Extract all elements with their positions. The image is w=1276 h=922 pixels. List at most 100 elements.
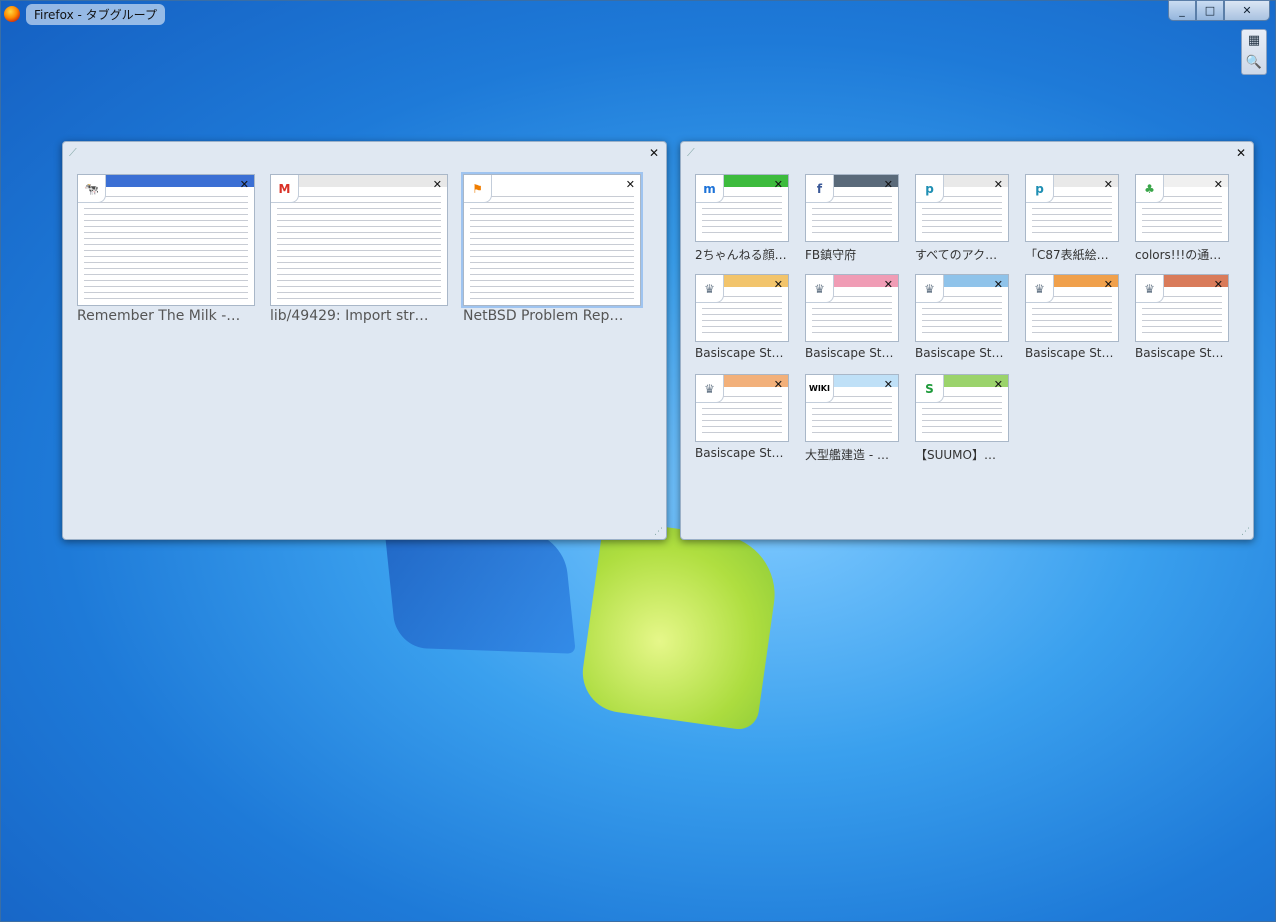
page-preview[interactable]: 🐄 ✕ <box>77 174 255 306</box>
page-preview[interactable]: ♛ ✕ <box>915 274 1009 342</box>
page-preview[interactable]: f ✕ <box>805 174 899 242</box>
favicon-icon: p <box>916 175 944 203</box>
page-preview[interactable]: ♛ ✕ <box>1025 274 1119 342</box>
tab-title: Remember The Milk -… <box>77 308 241 324</box>
close-button[interactable]: ✕ <box>1224 0 1270 21</box>
search-icon[interactable]: 🔍 <box>1242 52 1266 74</box>
tab-close-icon[interactable]: ✕ <box>774 278 783 291</box>
tab-title: Basiscape St… <box>695 346 784 360</box>
tab-title: Basiscape St… <box>1025 346 1114 360</box>
favicon-icon: ♣ <box>1136 175 1164 203</box>
favicon-icon: ♛ <box>1136 275 1164 303</box>
page-preview[interactable]: ♛ ✕ <box>805 274 899 342</box>
tab-thumbnail[interactable]: m ✕ 2ちゃんねる顔… <box>695 174 789 264</box>
logo-yellow-pane <box>577 518 783 732</box>
tab-thumbnail[interactable]: 🐄 ✕ Remember The Milk -… <box>77 174 255 326</box>
tab-thumbnail[interactable]: p ✕ 「C87表紙絵… <box>1025 174 1119 264</box>
window-title: Firefox - タブグループ <box>26 3 165 25</box>
tab-close-icon[interactable]: ✕ <box>1214 278 1223 291</box>
tab-thumbnail[interactable]: WIKI ✕ 大型艦建造 - … <box>805 374 899 464</box>
page-preview[interactable]: ♛ ✕ <box>695 274 789 342</box>
tab-thumbnail[interactable]: ♣ ✕ colors!!!の通… <box>1135 174 1229 264</box>
maximize-button[interactable]: □ <box>1196 0 1224 21</box>
favicon-icon: ♛ <box>696 375 724 403</box>
favicon-icon: p <box>1026 175 1054 203</box>
tab-close-icon[interactable]: ✕ <box>994 178 1003 191</box>
firefox-icon <box>4 6 20 22</box>
page-preview[interactable]: p ✕ <box>915 174 1009 242</box>
tab-close-icon[interactable]: ✕ <box>626 178 635 191</box>
exit-group-view-icon[interactable]: ▦ <box>1242 30 1266 52</box>
tab-close-icon[interactable]: ✕ <box>240 178 249 191</box>
tab-thumbnail[interactable]: ♛ ✕ Basiscape St… <box>695 374 789 464</box>
tab-close-icon[interactable]: ✕ <box>774 178 783 191</box>
tab-close-icon[interactable]: ✕ <box>884 178 893 191</box>
tab-close-icon[interactable]: ✕ <box>774 378 783 391</box>
tab-title: 「C87表紙絵… <box>1025 248 1109 262</box>
tab-thumbnail[interactable]: ⚑ ✕ NetBSD Problem Rep… <box>463 174 641 326</box>
tab-close-icon[interactable]: ✕ <box>1104 178 1113 191</box>
favicon-icon: ♛ <box>806 275 834 303</box>
favicon-icon: S <box>916 375 944 403</box>
title-bar: Firefox - タブグループ <box>4 3 165 25</box>
favicon-icon: f <box>806 175 834 203</box>
group-close-icon[interactable]: ✕ <box>649 146 659 160</box>
tab-close-icon[interactable]: ✕ <box>433 178 442 191</box>
page-preview[interactable]: M ✕ <box>270 174 448 306</box>
tab-title: すべてのアク… <box>915 248 998 262</box>
page-preview[interactable]: WIKI ✕ <box>805 374 899 442</box>
panorama-tools: ▦ 🔍 <box>1241 29 1267 75</box>
tab-thumbnail[interactable]: f ✕ FB鎮守府 <box>805 174 899 264</box>
group-resize-handle[interactable]: ⋰ <box>1241 527 1250 537</box>
favicon-icon: m <box>696 175 724 203</box>
page-preview[interactable]: ♛ ✕ <box>695 374 789 442</box>
tab-title: Basiscape St… <box>695 446 784 460</box>
page-preview[interactable]: ⚑ ✕ <box>463 174 641 306</box>
preview-content <box>470 191 634 301</box>
favicon-icon: ♛ <box>696 275 724 303</box>
tab-group-left[interactable]: ⟋ ✕ ⋰ 🐄 ✕ Remember The Milk -… M ✕ lib/49429:… <box>62 141 667 540</box>
tab-close-icon[interactable]: ✕ <box>1214 178 1223 191</box>
page-preview[interactable]: S ✕ <box>915 374 1009 442</box>
tab-close-icon[interactable]: ✕ <box>994 278 1003 291</box>
desktop-logo <box>380 518 820 760</box>
tab-title: Basiscape St… <box>915 346 1004 360</box>
tab-close-icon[interactable]: ✕ <box>884 278 893 291</box>
tab-thumbnail[interactable]: ♛ ✕ Basiscape St… <box>1135 274 1229 364</box>
tab-thumbnail[interactable]: ♛ ✕ Basiscape St… <box>805 274 899 364</box>
tab-thumbnail[interactable]: M ✕ lib/49429: Import str… <box>270 174 448 326</box>
tab-title: lib/49429: Import str… <box>270 308 429 324</box>
tab-thumbnail[interactable]: ♛ ✕ Basiscape St… <box>1025 274 1119 364</box>
favicon-icon: ♛ <box>916 275 944 303</box>
favicon-icon: ⚑ <box>464 175 492 203</box>
tab-thumbnail[interactable]: ♛ ✕ Basiscape St… <box>915 274 1009 364</box>
group-resize-handle[interactable]: ⋰ <box>654 527 663 537</box>
page-preview[interactable]: m ✕ <box>695 174 789 242</box>
tab-thumbnail[interactable]: ♛ ✕ Basiscape St… <box>695 274 789 364</box>
minimize-button[interactable]: _ <box>1168 0 1196 21</box>
tab-group-right[interactable]: ⟋ ✕ ⋰ m ✕ 2ちゃんねる顔… f ✕ FB鎮守府 p ✕ すべてのアク… p ✕ 「C87表紙… <box>680 141 1254 540</box>
tab-close-icon[interactable]: ✕ <box>1104 278 1113 291</box>
favicon-icon: ♛ <box>1026 275 1054 303</box>
favicon-icon: WIKI <box>806 375 834 403</box>
group-title-pin-icon[interactable]: ⟋ <box>687 146 695 160</box>
page-preview[interactable]: p ✕ <box>1025 174 1119 242</box>
tab-thumbnail[interactable]: S ✕ 【SUUMO】… <box>915 374 1009 464</box>
favicon-icon: M <box>271 175 299 203</box>
group-close-icon[interactable]: ✕ <box>1236 146 1246 160</box>
tab-title: 【SUUMO】… <box>915 448 996 462</box>
favicon-icon: 🐄 <box>78 175 106 203</box>
tab-title: 2ちゃんねる顔… <box>695 248 787 262</box>
page-preview[interactable]: ♣ ✕ <box>1135 174 1229 242</box>
page-preview[interactable]: ♛ ✕ <box>1135 274 1229 342</box>
tab-close-icon[interactable]: ✕ <box>884 378 893 391</box>
tab-thumbnail[interactable]: p ✕ すべてのアク… <box>915 174 1009 264</box>
preview-content <box>277 191 441 301</box>
group-title-pin-icon[interactable]: ⟋ <box>69 146 77 160</box>
preview-content <box>84 191 248 301</box>
tab-title: 大型艦建造 - … <box>805 448 889 462</box>
tab-title: colors!!!の通… <box>1135 248 1222 262</box>
tab-close-icon[interactable]: ✕ <box>994 378 1003 391</box>
logo-blue-pane <box>384 526 576 654</box>
window-controls: _ □ ✕ <box>1168 0 1270 21</box>
